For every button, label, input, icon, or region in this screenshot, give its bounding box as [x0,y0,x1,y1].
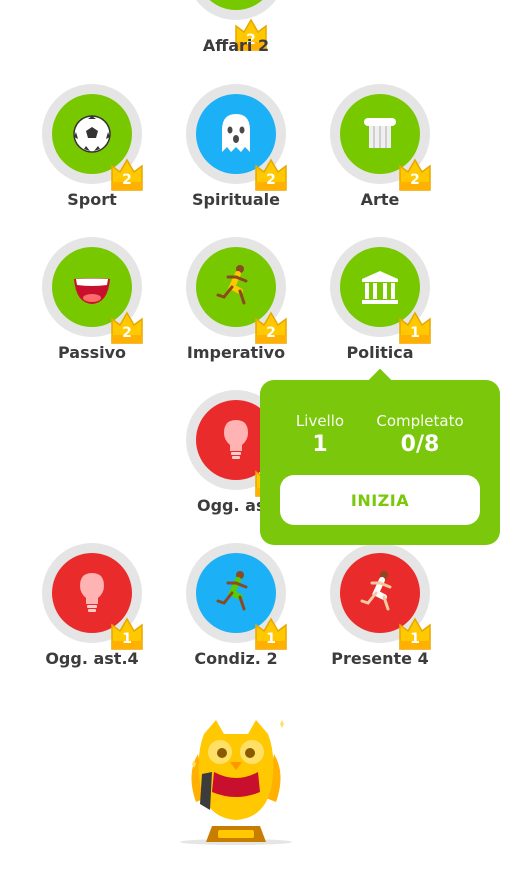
crown-icon: 2 [108,152,146,194]
crown-icon: 1 [108,611,146,653]
crown-icon: 2 [252,152,290,194]
skill-label: Spirituale [191,190,280,209]
crown-icon: 1 [252,611,290,653]
skill-label: Presente 4 [331,649,429,668]
skill-label: Ogg. ast.4 [45,649,139,668]
completed-value: 0/8 [400,432,440,457]
start-button[interactable]: INIZIA [280,475,480,525]
crown-icon: 2 [252,305,290,347]
completed-block: Completato 0/8 [370,412,470,457]
skill-popup: Livello 1 Completato 0/8 INIZIA [260,368,500,545]
crown-icon: 2 [396,152,434,194]
skill-label: Politica [346,343,414,362]
skill-label: Arte [360,190,400,209]
level-label: Livello [295,412,345,430]
skill-label: Imperativo [186,343,286,362]
skill-label: Condiz. 2 [194,649,278,668]
level-block: Livello 1 [280,412,360,457]
level-value: 1 [312,432,328,457]
skill-label: Passivo [57,343,127,362]
golden-owl-trophy-icon[interactable] [176,714,296,846]
skill-label: Sport [67,190,117,209]
popup-arrow [368,368,392,392]
crown-icon: 1 [396,305,434,347]
skill-label: Affari 2 [202,36,270,55]
completed-label: Completato [376,412,464,430]
crown-icon: 2 [108,305,146,347]
crown-icon: 1 [396,611,434,653]
